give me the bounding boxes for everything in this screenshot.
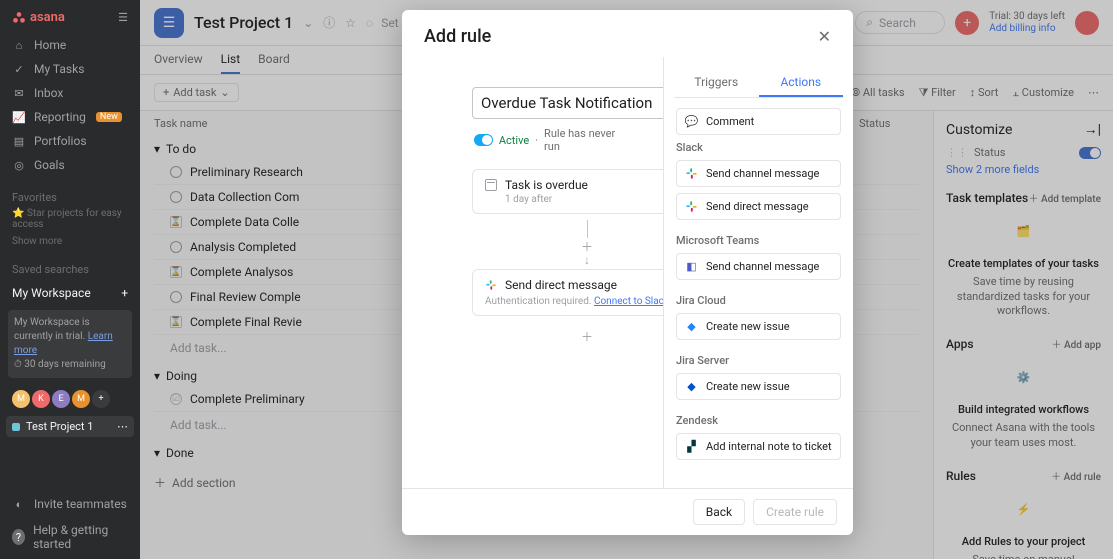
portfolio-icon: ▤ [12, 134, 26, 148]
invite-teammates[interactable]: ◐ Invite teammates [12, 497, 128, 511]
modal-title: Add rule [424, 26, 491, 47]
slack-icon [685, 200, 698, 213]
project-dot-icon [12, 423, 20, 431]
rule-builder: Active · Rule has never run Task is over… [402, 57, 663, 488]
slack-icon [685, 167, 698, 180]
back-button[interactable]: Back [693, 499, 745, 525]
collapse-sidebar-icon[interactable]: ☰ [116, 11, 130, 25]
trigger-card[interactable]: Task is overdue 1 day after [472, 169, 663, 214]
action-create-new-issue[interactable]: ◆Create new issue [676, 373, 841, 400]
help-link[interactable]: ? Help & getting started [12, 523, 128, 551]
add-action-icon[interactable]: ＋ [581, 328, 593, 345]
action-group-label: Slack [676, 141, 841, 154]
action-group-label: Jira Cloud [676, 294, 841, 307]
workspace-name: My Workspace [12, 286, 91, 300]
avatar[interactable]: K [32, 390, 50, 408]
sidebar-item-my-tasks[interactable]: ✓My Tasks [0, 57, 140, 81]
comment-icon: 💬 [685, 115, 698, 128]
left-sidebar: asana ☰ ⌂Home✓My Tasks✉Inbox📈ReportingNe… [0, 0, 140, 559]
saved-searches-header: Saved searches [0, 253, 140, 280]
sidebar-item-goals[interactable]: ◎Goals [0, 153, 140, 177]
slack-icon [485, 279, 497, 291]
avatar[interactable]: M [12, 390, 30, 408]
active-label: Active [499, 134, 529, 147]
action-group-label: Jira Server [676, 354, 841, 367]
action-send-channel-message[interactable]: Send channel message [676, 160, 841, 187]
project-menu-icon[interactable]: ⋯ [117, 420, 128, 433]
action-send-channel-message[interactable]: ◧Send channel message [676, 253, 841, 280]
jira2-icon: ◆ [685, 380, 698, 393]
sidebar-item-reporting[interactable]: 📈ReportingNew [0, 105, 140, 129]
check-icon: ✓ [12, 62, 26, 76]
sidebar-item-inbox[interactable]: ✉Inbox [0, 81, 140, 105]
brand-logo[interactable]: asana [12, 10, 65, 25]
create-rule-button[interactable]: Create rule [753, 499, 837, 525]
project-name: Test Project 1 [26, 420, 93, 433]
actions-panel: Triggers Actions 💬 Comment Slack Send cha… [663, 57, 853, 488]
actions-tab[interactable]: Actions [759, 69, 844, 97]
invite-icon: ◐ [12, 497, 26, 511]
help-icon: ? [12, 529, 25, 545]
workspace-avatars: MKEM+ [0, 382, 140, 416]
favorites-tip: ⭐ Star projects for easy access [0, 208, 140, 236]
jira-icon: ◆ [685, 320, 698, 333]
action-send-direct-message[interactable]: Send direct message [676, 193, 841, 220]
action-group-label: Microsoft Teams [676, 234, 841, 247]
sidebar-item-home[interactable]: ⌂Home [0, 33, 140, 57]
avatar[interactable]: M [72, 390, 90, 408]
zen-icon: ▞ [685, 440, 698, 453]
teams-icon: ◧ [685, 260, 698, 273]
brand-name: asana [30, 10, 65, 25]
plus-icon[interactable]: + [121, 286, 128, 300]
report-icon: 📈 [12, 110, 26, 124]
action-create-new-issue[interactable]: ◆Create new issue [676, 313, 841, 340]
action-add-internal-note-to-ticket[interactable]: ▞Add internal note to ticket [676, 433, 841, 460]
favorites-header: Favorites [0, 181, 140, 208]
action-card[interactable]: Send direct message Authentication requi… [472, 269, 663, 316]
rule-active-toggle[interactable] [474, 134, 493, 146]
goal-icon: ◎ [12, 158, 26, 172]
triggers-tab[interactable]: Triggers [674, 69, 759, 97]
rule-status-text: Rule has never run [544, 127, 621, 153]
workspace-row[interactable]: My Workspace + [0, 280, 140, 306]
rule-name-input[interactable] [472, 87, 663, 119]
action-group-label: Zendesk [676, 414, 841, 427]
home-icon: ⌂ [12, 38, 26, 52]
action-comment[interactable]: 💬 Comment [676, 108, 841, 135]
main-area: ☰ Test Project 1 ⌄ ⓘ ☆ ◌ Set status Shar… [140, 0, 1113, 559]
add-rule-modal: Add rule ✕ Active · Rule has never run T… [402, 10, 853, 535]
avatar[interactable]: + [92, 390, 110, 408]
close-icon[interactable]: ✕ [818, 27, 831, 46]
trial-box: My Workspace is currently in trial. Lear… [8, 310, 132, 378]
avatar[interactable]: E [52, 390, 70, 408]
new-badge: New [96, 112, 122, 122]
sidebar-item-portfolios[interactable]: ▤Portfolios [0, 129, 140, 153]
show-more-link[interactable]: Show more [0, 236, 140, 253]
connect-slack-link[interactable]: Connect to Slack [594, 296, 663, 307]
sidebar-project-item[interactable]: Test Project 1 ⋯ [6, 416, 134, 437]
inbox-icon: ✉ [12, 86, 26, 100]
calendar-icon [485, 179, 497, 191]
